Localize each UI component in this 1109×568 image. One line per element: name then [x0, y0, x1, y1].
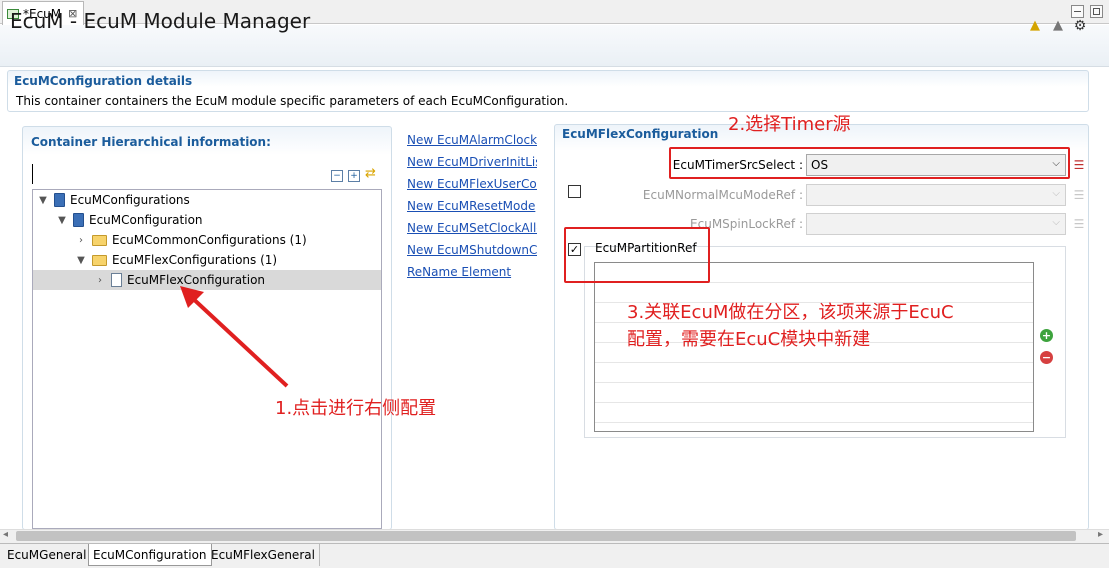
link-new-ecumshutdowncause[interactable]: New EcuMShutdownCause	[407, 243, 537, 257]
annotation-box-timer	[669, 147, 1070, 179]
folder-icon	[92, 254, 107, 266]
chevron-right-icon[interactable]: ›	[75, 235, 87, 246]
remove-icon[interactable]: −	[1040, 351, 1053, 364]
link-with-editor-icon[interactable]: ⇄	[365, 166, 376, 181]
book-icon	[54, 193, 65, 207]
link-new-ecumresetmode[interactable]: New EcuMResetMode	[407, 199, 537, 213]
scroll-right-icon[interactable]: ▸	[1098, 529, 1103, 540]
page-title: EcuM - EcuM Module Manager	[10, 9, 311, 33]
folder-icon	[92, 234, 107, 246]
document-icon	[111, 273, 122, 287]
list-icon[interactable]: ☰	[1070, 155, 1088, 175]
link-new-ecumsetclockalloweduser[interactable]: New EcuMSetClockAllowedUser	[407, 221, 537, 235]
hierarchy-title: Container Hierarchical information:	[31, 135, 271, 149]
tree-node-label: EcuMFlexConfigurations (1)	[112, 253, 278, 267]
tree-node-label: EcuMConfiguration	[89, 213, 203, 227]
annotation-step3-line1: 3.关联EcuM做在分区，该项来源于EcuC	[627, 302, 954, 323]
annotation-step2: 2.选择Timer源	[728, 114, 851, 135]
grey-warning-icon[interactable]: ▲	[1050, 18, 1066, 34]
collapse-all-icon[interactable]: −	[331, 170, 343, 182]
link-new-ecumflexuserconfig[interactable]: New EcuMFlexUserConfig	[407, 177, 537, 191]
list-item[interactable]	[595, 383, 1033, 403]
normal-mcu-mode-checkbox[interactable]	[568, 185, 581, 198]
normal-mcu-mode-ref-select[interactable]: ⌵	[806, 184, 1066, 206]
annotation-arrow	[180, 286, 289, 388]
list-item[interactable]	[595, 403, 1033, 423]
link-rename-element[interactable]: ReName Element	[407, 265, 537, 279]
add-icon[interactable]: +	[1040, 329, 1053, 342]
flex-configuration-title: EcuMFlexConfiguration	[562, 127, 719, 141]
chevron-down-icon: ⌵	[1052, 217, 1060, 228]
tree-node-ecumconfiguration[interactable]: ▼ EcuMConfiguration	[56, 210, 203, 230]
details-description: This container containers the EcuM modul…	[16, 94, 569, 108]
spin-lock-ref-select[interactable]: ⌵	[806, 213, 1066, 235]
maximize-button[interactable]	[1090, 5, 1103, 18]
tab-ecumconfiguration[interactable]: EcuMConfiguration	[88, 544, 212, 566]
minimize-button[interactable]	[1071, 5, 1084, 18]
annotation-step1: 1.点击进行右侧配置	[275, 398, 437, 419]
list-icon[interactable]: ☰	[1070, 214, 1088, 234]
chevron-right-icon[interactable]: ›	[94, 275, 106, 286]
tab-ecumgeneral[interactable]: EcuMGeneral	[3, 544, 92, 566]
tree-node-ecumconfigurations[interactable]: ▼ EcuMConfigurations	[37, 190, 190, 210]
list-icon[interactable]: ☰	[1070, 185, 1088, 205]
chevron-down-icon[interactable]: ▼	[56, 215, 68, 226]
annotation-step3-line2: 配置，需要在EcuC模块中新建	[627, 329, 871, 350]
tree-node-ecumflexconfigurations[interactable]: ▼ EcuMFlexConfigurations (1)	[75, 250, 277, 270]
scroll-left-icon[interactable]: ◂	[3, 529, 8, 540]
list-item[interactable]	[595, 363, 1033, 383]
annotation-box-partition	[564, 227, 710, 283]
link-new-ecumdriverinitlist[interactable]: New EcuMDriverInitList	[407, 155, 537, 169]
tab-ecumflexgeneral[interactable]: EcuMFlexGeneral	[207, 544, 320, 566]
warning-icon[interactable]: ▲	[1027, 18, 1043, 34]
link-new-ecumalarmclock[interactable]: New EcuMAlarmClock	[407, 133, 537, 147]
book-icon	[73, 213, 84, 227]
filter-input[interactable]	[32, 164, 322, 184]
details-title: EcuMConfiguration details	[14, 74, 193, 88]
expand-all-icon[interactable]: +	[348, 170, 360, 182]
settings-icon[interactable]: ⚙	[1072, 18, 1088, 34]
chevron-down-icon: ⌵	[1052, 188, 1060, 199]
normal-mcu-mode-ref-label: EcuMNormalMcuModeRef :	[642, 188, 803, 202]
tree-node-label: EcuMCommonConfigurations (1)	[112, 233, 307, 247]
tree-node-label: EcuMConfigurations	[70, 193, 190, 207]
scrollbar-thumb[interactable]	[16, 531, 1076, 541]
chevron-down-icon[interactable]: ▼	[37, 195, 49, 206]
tree-node-ecumcommonconfigurations[interactable]: › EcuMCommonConfigurations (1)	[75, 230, 307, 250]
chevron-down-icon[interactable]: ▼	[75, 255, 87, 266]
